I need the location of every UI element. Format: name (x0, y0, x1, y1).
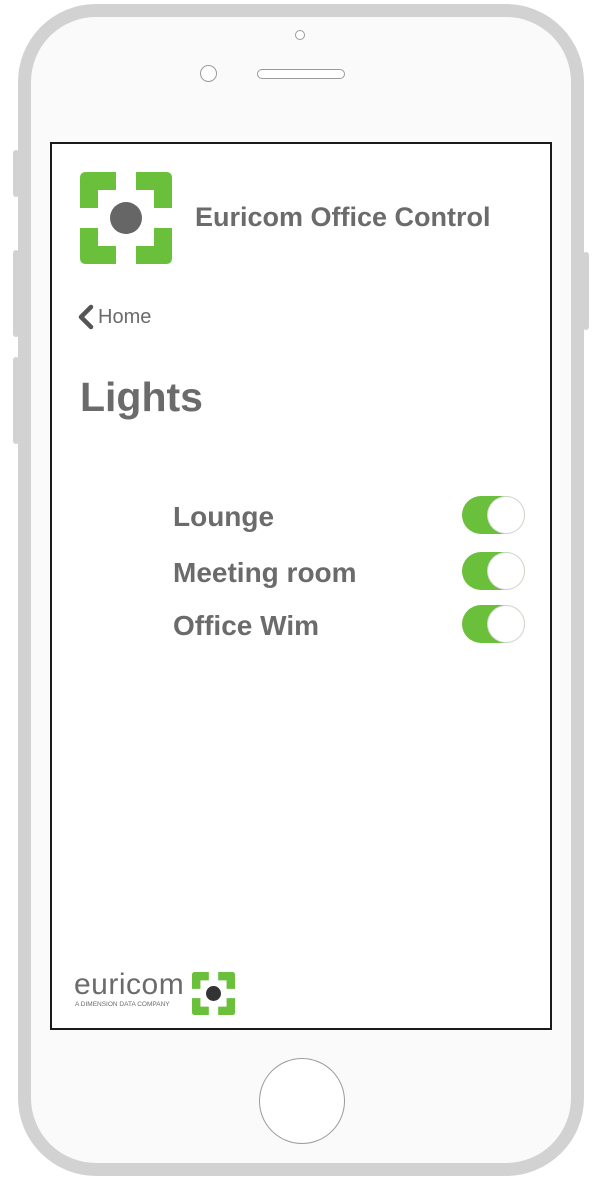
light-toggle-meeting-room[interactable] (462, 552, 525, 590)
light-row-meeting-room: Meeting room (52, 552, 550, 592)
toggle-knob (488, 497, 524, 533)
light-row-lounge: Lounge (52, 496, 550, 536)
euricom-logo-icon (192, 972, 235, 1015)
app-screen: Euricom Office Control Home Lights Loung… (50, 142, 552, 1030)
brand-wordmark: euricom (74, 968, 185, 1001)
brand-tagline: A DIMENSION DATA COMPANY (75, 1001, 170, 1008)
light-toggle-lounge[interactable] (462, 496, 525, 534)
device-stage: Euricom Office Control Home Lights Loung… (0, 0, 600, 1185)
toggle-knob (488, 553, 524, 589)
home-button[interactable] (259, 1058, 345, 1144)
footer-brand: euricom A DIMENSION DATA COMPANY (74, 968, 244, 1018)
proximity-sensor (295, 30, 305, 40)
light-label: Lounge (173, 501, 275, 532)
euricom-logo-icon (80, 172, 172, 264)
chevron-left-icon (78, 304, 94, 330)
light-row-office-wim: Office Wim (52, 605, 550, 645)
earpiece-speaker (257, 69, 345, 79)
light-label: Office Wim (173, 610, 319, 641)
back-home-link[interactable]: Home (76, 304, 151, 330)
back-link-label: Home (98, 305, 152, 328)
light-toggle-office-wim[interactable] (462, 605, 525, 643)
page-title: Lights (80, 374, 203, 420)
app-title: Euricom Office Control (195, 202, 491, 232)
front-camera (200, 65, 217, 82)
light-label: Meeting room (173, 557, 357, 588)
toggle-knob (488, 606, 524, 642)
